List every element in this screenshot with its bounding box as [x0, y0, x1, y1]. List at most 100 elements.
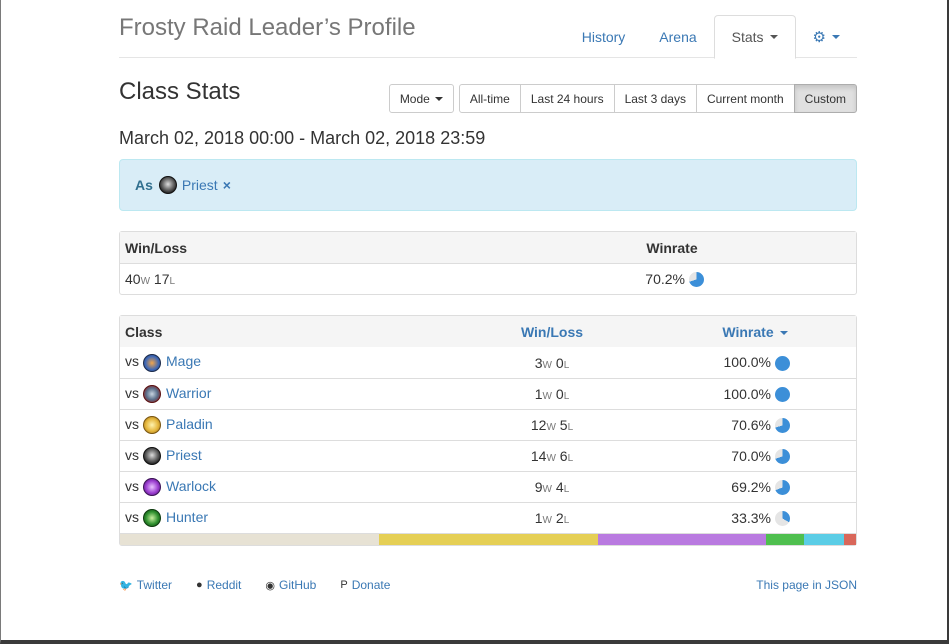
- class-link[interactable]: Mage: [166, 353, 201, 369]
- wins-suffix: W: [542, 484, 552, 495]
- winrate-pie-icon: [775, 511, 790, 527]
- distribution-segment: [379, 534, 599, 545]
- winrate-pie-icon: [775, 355, 790, 371]
- table-row: vs Mage 3W 0L 100.0%: [120, 347, 856, 378]
- reddit-icon: ●: [196, 579, 203, 591]
- range-last-3-days-button[interactable]: Last 3 days: [613, 84, 697, 113]
- winrate-pie-icon: [775, 480, 790, 496]
- losses-suffix: L: [563, 515, 570, 526]
- table-row: vs Paladin 12W 5L 70.6%: [120, 409, 856, 440]
- class-cell: vs Paladin: [125, 415, 213, 435]
- priest-icon: [158, 176, 177, 194]
- table-row: vs Warlock 9W 4L 69.2%: [120, 471, 856, 502]
- remove-filter-icon[interactable]: ×: [223, 177, 231, 193]
- winloss-cell: 9W 4L: [512, 479, 592, 495]
- wins-value: 12: [530, 417, 547, 433]
- mage-icon: [143, 353, 161, 372]
- class-link[interactable]: Hunter: [166, 509, 208, 525]
- vs-label: vs: [125, 508, 139, 525]
- range-custom-button[interactable]: Custom: [793, 84, 857, 113]
- winrate-pie-icon: [775, 418, 790, 434]
- losses-value: 4: [555, 479, 564, 495]
- github-link[interactable]: ◉ GitHub: [265, 578, 316, 592]
- summary-table: Win/Loss Winrate 40W 17L 70.2%: [119, 231, 857, 295]
- range-toolbar: Mode All-time Last 24 hours Last 3 days …: [388, 84, 857, 113]
- wins-value: 3: [534, 354, 543, 371]
- summary-header-row: Win/Loss Winrate: [120, 232, 856, 263]
- wins-suffix: W: [542, 515, 552, 526]
- vs-label: vs: [125, 477, 139, 494]
- reddit-link[interactable]: ● Reddit: [196, 578, 241, 592]
- losses-value: 0: [555, 386, 564, 402]
- profile-tabs: History Arena Stats ⚙: [565, 15, 857, 59]
- class-cell: vs Priest: [125, 446, 202, 466]
- table-row: vs Priest 14W 6L 70.0%: [120, 440, 856, 471]
- warlock-icon: [143, 478, 161, 497]
- class-link[interactable]: Warlock: [166, 478, 216, 494]
- class-filter-alert: As Priest ×: [119, 159, 857, 211]
- losses-suffix: L: [563, 484, 570, 495]
- range-button-group: All-time Last 24 hours Last 3 days Curre…: [458, 84, 857, 113]
- priest-icon: [143, 447, 161, 466]
- wins-suffix: W: [546, 422, 556, 433]
- wins-suffix: W: [546, 453, 556, 464]
- page-footer: 🐦 Twitter ● Reddit ◉ GitHub P Donate This pa…: [119, 578, 857, 592]
- page-container: Frosty Raid Leader’s Profile History Are…: [119, 0, 857, 546]
- mode-dropdown-button[interactable]: Mode: [388, 84, 454, 113]
- winrate-pie-icon: [689, 272, 704, 288]
- class-cell: vs Warrior: [125, 384, 211, 404]
- donate-link[interactable]: P Donate: [340, 578, 390, 592]
- breakdown-rows: vs Mage 3W 0L 100.0% vs Warrior 1W 0L 100.0% vs P…: [120, 347, 856, 533]
- distribution-segment: [120, 534, 380, 545]
- sort-desc-icon: [779, 330, 788, 335]
- vs-label: vs: [125, 353, 139, 370]
- range-all-time-button[interactable]: All-time: [458, 84, 521, 113]
- losses-suffix: L: [169, 276, 176, 287]
- winrate-cell: 70.0%: [731, 448, 790, 465]
- tab-stats-label: Stats: [731, 29, 764, 45]
- table-row: vs Hunter 1W 2L 33.3%: [120, 502, 856, 533]
- twitter-icon: 🐦: [119, 579, 133, 592]
- vs-label: vs: [125, 446, 139, 463]
- breakdown-header-row: Class Win/Loss Winrate: [120, 316, 856, 347]
- vs-label: vs: [125, 415, 139, 432]
- json-link[interactable]: This page in JSON: [756, 578, 857, 592]
- winrate-value: 33.3%: [731, 509, 771, 526]
- range-current-month-button[interactable]: Current month: [695, 84, 795, 113]
- wins-value: 9: [534, 479, 543, 495]
- twitter-link[interactable]: 🐦 Twitter: [119, 578, 172, 592]
- summary-row: 40W 17L 70.2%: [120, 263, 856, 294]
- winrate-value: 100.0%: [723, 354, 771, 371]
- class-breakdown-table: Class Win/Loss Winrate vs Mage 3 W 0 L 100.0%…: [119, 315, 857, 546]
- losses-value: 2: [555, 510, 564, 526]
- distribution-segment: [598, 534, 767, 545]
- class-distribution-bar: [120, 533, 857, 545]
- losses-suffix: L: [567, 453, 574, 464]
- mode-label: Mode: [399, 91, 430, 106]
- class-link[interactable]: Priest: [166, 447, 202, 463]
- winrate-value: 70.0%: [731, 447, 771, 464]
- filter-class-link[interactable]: Priest: [182, 177, 218, 193]
- class-link[interactable]: Paladin: [166, 416, 213, 432]
- winrate-cell: 69.2%: [731, 479, 790, 496]
- range-last-24-hours-button[interactable]: Last 24 hours: [519, 84, 615, 113]
- reddit-label: Reddit: [206, 578, 242, 592]
- sort-winrate-header[interactable]: Winrate: [710, 324, 800, 340]
- winrate-header-label: Winrate: [722, 323, 774, 340]
- distribution-segment: [804, 534, 844, 545]
- wins-suffix: W: [542, 391, 552, 402]
- tab-arena[interactable]: Arena: [642, 15, 713, 58]
- vs-label: vs: [125, 384, 139, 401]
- summary-winloss: 40W 17L: [125, 271, 175, 287]
- tab-history[interactable]: History: [565, 15, 643, 58]
- losses-value: 5: [559, 417, 568, 433]
- wins-value: 1: [534, 510, 543, 526]
- class-link[interactable]: Warrior: [166, 385, 211, 401]
- class-cell: vs Mage: [125, 353, 201, 372]
- page-title: Frosty Raid Leader’s Profile: [119, 14, 416, 41]
- sort-winloss-header[interactable]: Win/Loss: [512, 324, 592, 340]
- settings-dropdown[interactable]: ⚙: [796, 15, 857, 58]
- chevron-down-icon: [769, 35, 778, 39]
- tab-stats[interactable]: Stats: [713, 15, 796, 59]
- chevron-down-icon: [434, 96, 443, 101]
